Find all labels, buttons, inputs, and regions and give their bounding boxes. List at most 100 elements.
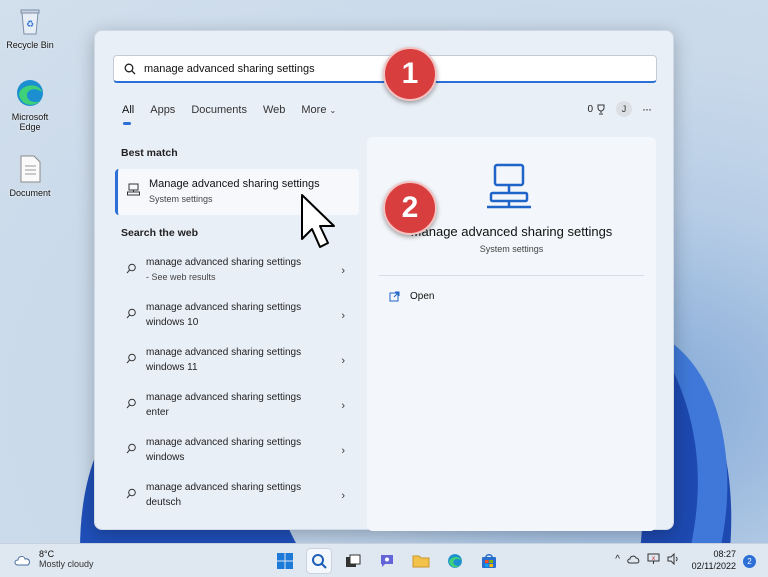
desktop-icon-label: Recycle Bin (6, 40, 54, 50)
task-view-icon (346, 554, 361, 567)
search-icon (126, 398, 136, 409)
best-match-title: Manage advanced sharing settings (149, 178, 320, 190)
chevron-right-icon: › (341, 355, 345, 367)
file-explorer-button[interactable] (408, 548, 434, 574)
mouse-cursor-icon (301, 194, 335, 248)
search-panel: All Apps Documents Web More ⌄ 0 J ··· Be… (94, 30, 674, 531)
system-tray: ^ x (615, 553, 680, 565)
taskbar-apps (272, 548, 502, 574)
open-action[interactable]: Open (389, 291, 434, 302)
web-result-item[interactable]: manage advanced sharing settings deutsch… (115, 478, 359, 523)
network-settings-icon (127, 183, 140, 196)
edge-button[interactable] (442, 548, 468, 574)
avatar[interactable]: J (616, 101, 632, 117)
search-icon (126, 263, 136, 274)
web-result-line2: windows 11 (146, 362, 198, 373)
open-external-icon (389, 291, 400, 302)
more-options-icon[interactable]: ··· (642, 102, 652, 116)
chat-button[interactable] (374, 548, 400, 574)
document-icon (20, 155, 41, 183)
best-match-subtitle: System settings (149, 194, 213, 204)
desktop-icon-label: Microsoft Edge (11, 112, 49, 132)
tab-all[interactable]: All (122, 104, 134, 125)
web-results-list: manage advanced sharing settings - See w… (115, 253, 359, 523)
chevron-right-icon: › (341, 445, 345, 457)
onedrive-cloud-icon[interactable] (627, 554, 640, 564)
chevron-right-icon: › (341, 490, 345, 502)
clock-time: 08:27 (713, 549, 736, 559)
web-result-line1: manage advanced sharing settings (146, 302, 302, 313)
chevron-right-icon: › (341, 265, 345, 277)
tabs-right: 0 J ··· (587, 101, 652, 117)
best-match-heading: Best match (121, 147, 178, 159)
store-icon (482, 554, 496, 568)
weather-widget[interactable]: 8°C Mostly cloudy (13, 549, 94, 569)
web-result-item[interactable]: manage advanced sharing settings windows… (115, 298, 359, 343)
edge-icon (17, 80, 43, 106)
svg-text:x: x (652, 555, 656, 562)
search-icon (126, 308, 136, 319)
windows-logo-icon (277, 553, 293, 569)
web-result-line2: windows (146, 452, 185, 463)
network-icon (487, 163, 531, 209)
desktop-icon-label: Document (9, 188, 51, 198)
tab-documents[interactable]: Documents (191, 104, 247, 116)
cloud-icon (14, 556, 30, 566)
chevron-down-icon: ⌄ (329, 106, 337, 115)
edge-icon (448, 554, 462, 568)
tab-more-label: More (301, 104, 327, 116)
web-result-line2: deutsch (146, 497, 182, 508)
recycle-bin-icon: ♻ (20, 9, 40, 35)
web-result-item[interactable]: manage advanced sharing settings windows… (115, 433, 359, 478)
clock[interactable]: 08:27 02/11/2022 (692, 548, 736, 572)
search-icon (126, 443, 136, 454)
rewards-count: 0 (587, 103, 593, 115)
search-icon (126, 353, 136, 364)
open-label: Open (410, 291, 435, 302)
search-web-heading: Search the web (121, 227, 199, 239)
weather-condition: Mostly cloudy (39, 559, 94, 569)
annotation-badge-2: 2 (383, 181, 437, 235)
clock-date: 02/11/2022 (691, 561, 736, 571)
web-result-line2: windows 10 (146, 317, 199, 328)
rewards-points[interactable]: 0 (587, 104, 606, 115)
store-button[interactable] (476, 548, 502, 574)
search-icon (126, 488, 136, 499)
web-result-item[interactable]: manage advanced sharing settings windows… (115, 343, 359, 388)
web-result-line1: manage advanced sharing settings (146, 482, 302, 493)
web-result-line1: manage advanced sharing settings (146, 347, 302, 358)
divider (379, 275, 644, 276)
trophy-icon (597, 104, 605, 114)
teams-chat-icon (381, 555, 393, 567)
tab-more[interactable]: More ⌄ (301, 104, 336, 116)
chevron-up-icon[interactable]: ^ (615, 554, 620, 565)
annotation-badge-1: 1 (383, 47, 437, 101)
web-result-line1: manage advanced sharing settings (146, 437, 302, 448)
taskbar: 8°C Mostly cloudy ^ x 08:27 02/11/2022 2 (0, 543, 768, 577)
filter-tabs: All Apps Documents Web More ⌄ (122, 104, 336, 125)
network-status-icon[interactable]: x (647, 553, 660, 565)
chevron-right-icon: › (341, 400, 345, 412)
web-result-line2: - See web results (146, 272, 216, 282)
desktop-icon-recycle-bin[interactable]: ♻ Recycle Bin (0, 6, 60, 50)
detail-subtitle: System settings (479, 244, 544, 254)
tab-web[interactable]: Web (263, 104, 285, 116)
chevron-right-icon: › (341, 310, 345, 322)
desktop-icon-document[interactable]: Document (0, 154, 60, 198)
web-result-item[interactable]: manage advanced sharing settings - See w… (115, 253, 359, 298)
web-result-item[interactable]: manage advanced sharing settings enter › (115, 388, 359, 433)
web-result-line1: manage advanced sharing settings (146, 392, 302, 403)
svg-text:♻: ♻ (26, 20, 34, 30)
weather-temperature: 8°C (39, 549, 55, 559)
desktop-icon-edge[interactable]: Microsoft Edge (0, 78, 60, 132)
folder-icon (412, 555, 430, 568)
start-button[interactable] (272, 548, 298, 574)
task-view-button[interactable] (340, 548, 366, 574)
volume-icon[interactable] (667, 553, 680, 565)
search-icon (124, 63, 136, 74)
notification-badge[interactable]: 2 (743, 555, 756, 568)
search-icon (312, 554, 327, 569)
tab-apps[interactable]: Apps (150, 104, 175, 116)
web-result-line1: manage advanced sharing settings (146, 257, 302, 268)
taskbar-search-button[interactable] (306, 548, 332, 574)
